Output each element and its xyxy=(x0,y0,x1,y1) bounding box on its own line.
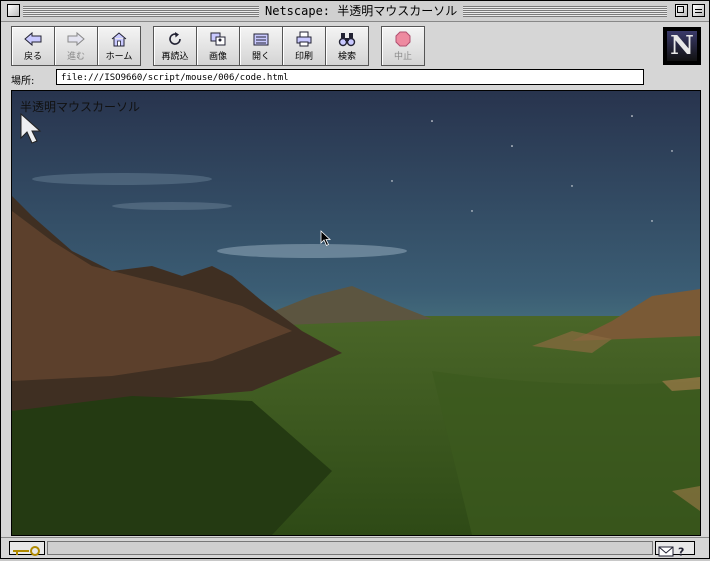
help-icon[interactable]: ? xyxy=(678,546,684,559)
location-bar: 場所: file:///ISO9660/script/mouse/006/cod… xyxy=(1,68,709,90)
location-url-field[interactable]: file:///ISO9660/script/mouse/006/code.ht… xyxy=(56,69,644,85)
house-icon xyxy=(111,32,127,47)
close-box[interactable] xyxy=(7,4,20,17)
forward-button[interactable]: 進む xyxy=(54,26,98,66)
navigation-toolbar: 戻る 進む ホーム 再読込 画像 開く 印刷 検索 中止 xyxy=(1,22,709,68)
home-label: ホーム xyxy=(105,52,133,62)
status-right-icons: ? xyxy=(655,541,695,559)
reload-label: 再読込 xyxy=(161,52,189,62)
back-label: 戻る xyxy=(23,52,42,62)
print-label: 印刷 xyxy=(294,52,313,62)
status-bar: ? xyxy=(1,537,709,559)
collapse-box[interactable] xyxy=(692,4,705,17)
security-indicator[interactable] xyxy=(9,541,45,556)
open-label: 開く xyxy=(251,52,270,62)
status-message xyxy=(47,541,653,555)
location-label: 場所: xyxy=(11,76,35,87)
zoom-box[interactable] xyxy=(675,4,688,17)
home-button[interactable]: ホーム xyxy=(97,26,141,66)
svg-text:?: ? xyxy=(678,546,684,558)
netscape-logo[interactable]: N xyxy=(663,27,701,65)
images-icon xyxy=(210,32,226,46)
title-bar[interactable]: Netscape: 半透明マウスカーソル xyxy=(1,1,709,22)
reload-icon xyxy=(169,32,181,45)
window-title: Netscape: 半透明マウスカーソル xyxy=(259,3,464,19)
back-button[interactable]: 戻る xyxy=(11,26,55,66)
binoculars-icon xyxy=(338,33,356,47)
open-button[interactable]: 開く xyxy=(239,26,283,66)
stop-label: 中止 xyxy=(393,52,412,62)
netscape-logo-letter: N xyxy=(667,31,697,61)
reload-button[interactable]: 再読込 xyxy=(153,26,197,66)
find-button[interactable]: 検索 xyxy=(325,26,369,66)
printer-icon xyxy=(296,31,312,47)
images-button[interactable]: 画像 xyxy=(196,26,240,66)
security-key-icon xyxy=(13,546,40,556)
status-icons-svg: ? xyxy=(658,546,684,559)
forward-label: 進む xyxy=(66,52,85,62)
stop-icon xyxy=(395,31,411,47)
open-icon xyxy=(253,33,269,46)
landscape-background xyxy=(12,91,700,535)
page-content[interactable]: 半透明マウスカーソル xyxy=(11,90,701,536)
images-label: 画像 xyxy=(208,52,227,62)
translucent-cursor-icon xyxy=(20,113,42,144)
print-button[interactable]: 印刷 xyxy=(282,26,326,66)
mouse-pointer-icon xyxy=(320,230,332,247)
find-label: 検索 xyxy=(337,52,356,62)
right-arrow-icon xyxy=(67,31,85,47)
stop-button[interactable]: 中止 xyxy=(381,26,425,66)
mail-icon[interactable] xyxy=(658,546,674,557)
left-arrow-icon xyxy=(24,31,42,47)
browser-window: Netscape: 半透明マウスカーソル 戻る 進む ホーム 再読込 画像 開く… xyxy=(0,0,710,559)
